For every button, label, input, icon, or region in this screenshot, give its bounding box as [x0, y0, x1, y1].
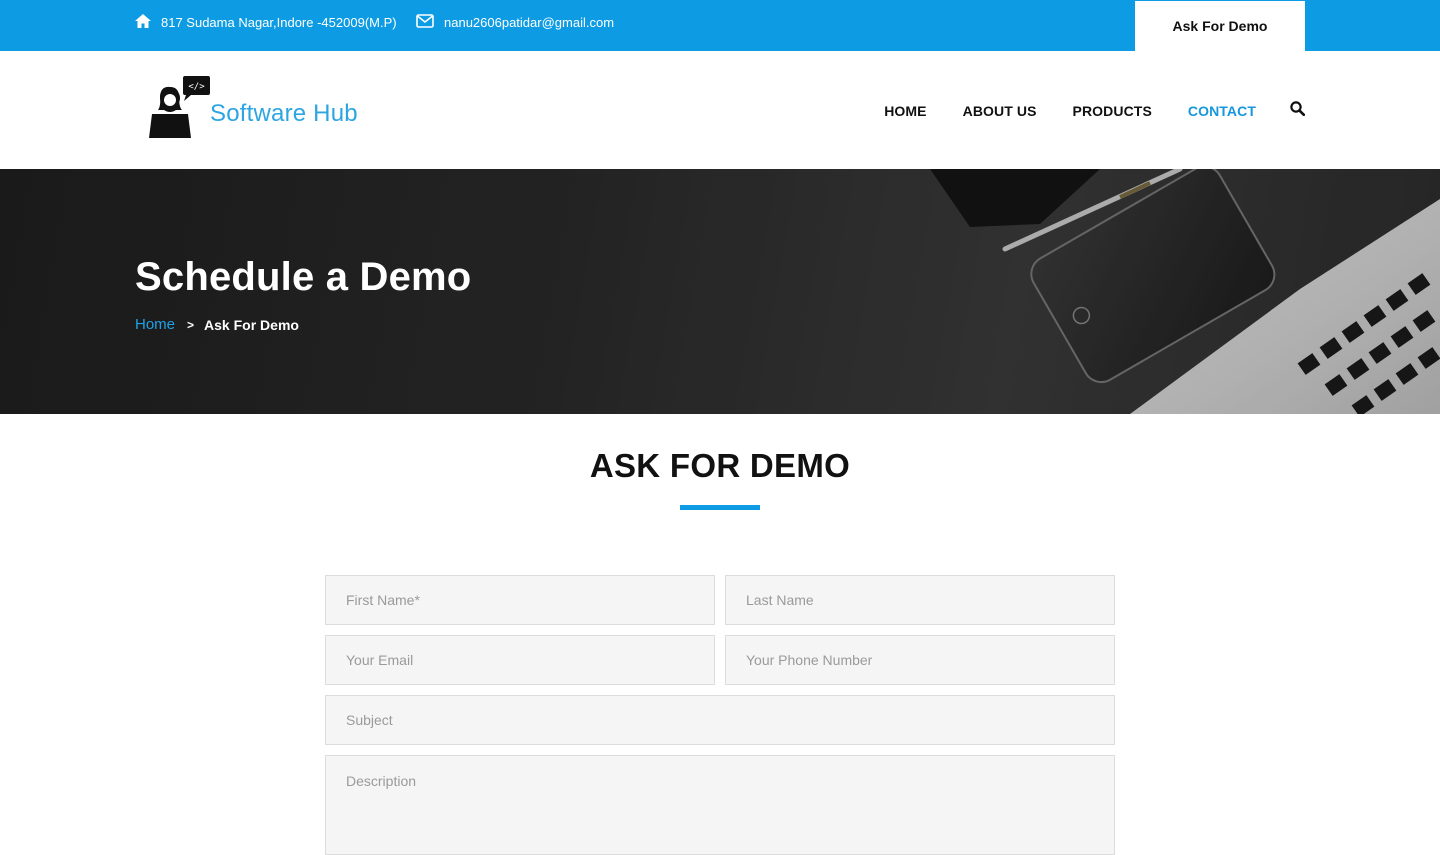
hero-banner: Schedule a Demo Home > Ask For Demo — [0, 169, 1440, 414]
description-field[interactable] — [325, 755, 1115, 855]
logo-text: Software Hub — [210, 100, 358, 127]
header: </> Software Hub HOME ABOUT US PRODUCTS … — [0, 51, 1440, 169]
first-name-field[interactable] — [325, 575, 715, 625]
breadcrumb-separator: > — [187, 317, 195, 332]
nav-home[interactable]: HOME — [884, 103, 926, 119]
nav-about-us[interactable]: ABOUT US — [963, 103, 1037, 119]
envelope-icon — [416, 14, 434, 31]
email-info: nanu2606patidar@gmail.com — [416, 14, 614, 31]
top-bar: 817 Sudama Nagar,Indore -452009(M.P) nan… — [0, 0, 1440, 51]
breadcrumb-home-link[interactable]: Home — [135, 316, 175, 333]
svg-text:</>: </> — [188, 82, 205, 92]
search-icon[interactable] — [1290, 101, 1306, 121]
breadcrumb: Home > Ask For Demo — [135, 316, 299, 333]
breadcrumb-current: Ask For Demo — [204, 316, 299, 333]
logo-mark-icon: </> — [149, 76, 210, 138]
last-name-field[interactable] — [725, 575, 1115, 625]
ask-for-demo-button[interactable]: Ask For Demo — [1135, 1, 1305, 51]
nav-contact[interactable]: CONTACT — [1188, 103, 1256, 119]
main-nav: HOME ABOUT US PRODUCTS CONTACT — [848, 101, 1306, 121]
logo[interactable]: </> Software Hub — [148, 76, 358, 138]
email-field[interactable] — [325, 635, 715, 685]
nav-products[interactable]: PRODUCTS — [1073, 103, 1152, 119]
home-icon — [135, 14, 151, 31]
phone-field[interactable] — [725, 635, 1115, 685]
title-underline — [680, 505, 760, 510]
subject-field[interactable] — [325, 695, 1115, 745]
email-text[interactable]: nanu2606patidar@gmail.com — [444, 15, 614, 30]
section-title: ASK FOR DEMO — [589, 447, 851, 484]
address-text: 817 Sudama Nagar,Indore -452009(M.P) — [161, 15, 397, 30]
address-info: 817 Sudama Nagar,Indore -452009(M.P) — [135, 14, 397, 31]
page-title: Schedule a Demo — [135, 255, 472, 299]
